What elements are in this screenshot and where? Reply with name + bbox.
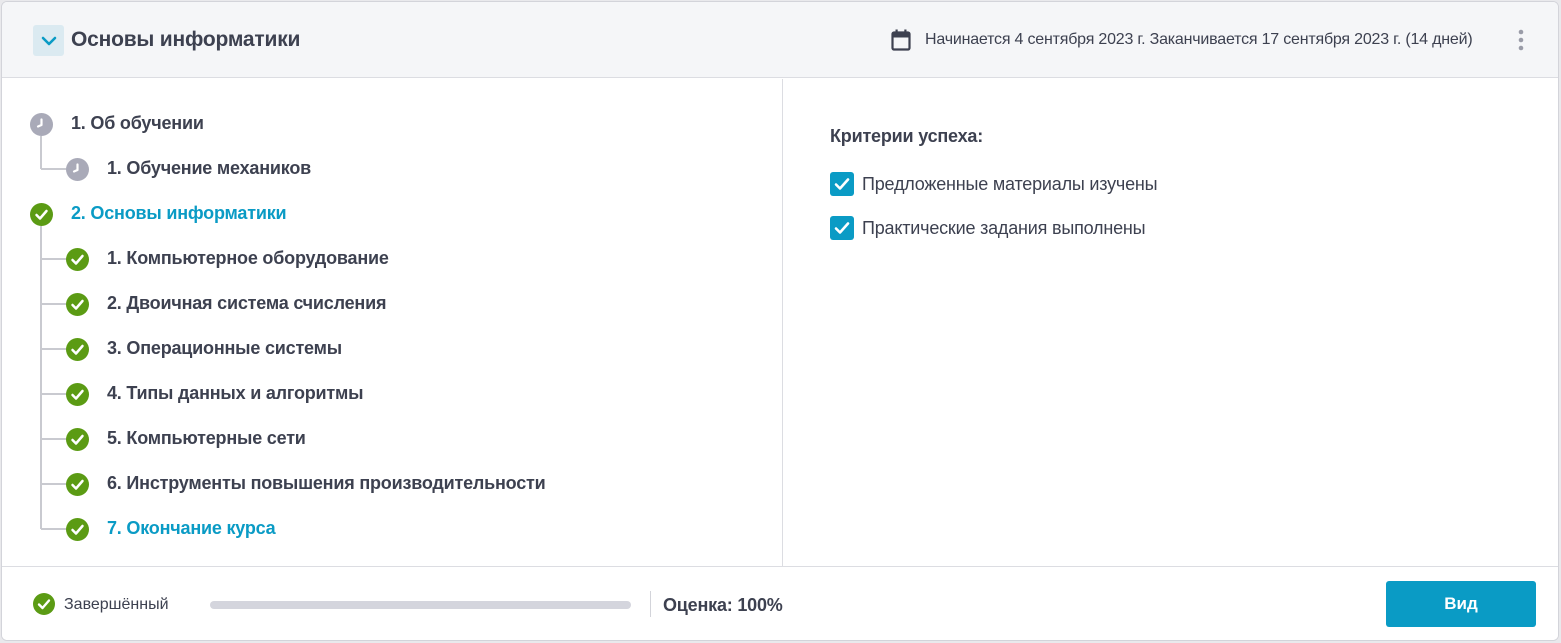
tree-branch-line (41, 438, 66, 440)
clock-icon (29, 112, 53, 136)
status-pending-badge (29, 112, 53, 136)
lesson-item[interactable]: 3. Операционные системы (107, 338, 342, 359)
progress-bar (210, 601, 631, 609)
status-done-badge (65, 472, 89, 496)
success-criteria-panel: Критерии успеха: Предложенные материалы … (784, 79, 1558, 566)
course-dates: Начинается 4 сентября 2023 г. Заканчивае… (925, 31, 1473, 48)
criterion-checkbox[interactable] (830, 172, 854, 196)
completion-status: Завершённый (64, 596, 169, 613)
view-button[interactable]: Вид (1386, 581, 1536, 627)
tree-branch-line (41, 393, 66, 395)
more-vertical-icon[interactable] (1513, 28, 1529, 54)
tree-branch-line (41, 483, 66, 485)
status-pending-badge (65, 157, 89, 181)
status-done-badge (65, 517, 89, 541)
course-footer: Завершённый Оценка: 100% Вид (2, 566, 1558, 640)
lesson-item[interactable]: 1. Компьютерное оборудование (107, 248, 389, 269)
course-header: Основы информатики Начинается 4 сентября… (2, 2, 1558, 78)
checkmark-icon (834, 178, 850, 190)
course-title: Основы информатики (71, 28, 301, 51)
completed-check-icon (65, 517, 89, 541)
completed-check-icon (33, 593, 55, 615)
tree-connector-line (40, 136, 42, 169)
criteria-title: Критерии успеха: (830, 126, 984, 146)
criterion-item: Практические задания выполнены (830, 216, 1146, 240)
completed-check-icon (65, 382, 89, 406)
lesson-item[interactable]: 2. Двоичная система счисления (107, 293, 386, 314)
collapse-button[interactable] (33, 25, 64, 56)
chevron-down-icon (41, 36, 56, 45)
status-done-badge (29, 202, 53, 226)
module-item[interactable]: 2. Основы информатики (71, 203, 287, 224)
completed-check-icon (65, 427, 89, 451)
completed-check-icon (65, 292, 89, 316)
criterion-label: Практические задания выполнены (862, 217, 1146, 238)
tree-branch-line (41, 258, 66, 260)
completed-check-icon (29, 202, 53, 226)
footer-divider (650, 591, 651, 617)
status-done-badge (65, 247, 89, 271)
tree-branch-line (41, 528, 66, 530)
lesson-item[interactable]: 7. Окончание курса (107, 518, 276, 539)
lesson-item[interactable]: 4. Типы данных и алгоритмы (107, 383, 364, 404)
tree-branch-line (41, 168, 66, 170)
clock-icon (65, 157, 89, 181)
course-card: Основы информатики Начинается 4 сентября… (1, 1, 1559, 641)
lesson-item[interactable]: 1. Обучение механиков (107, 158, 311, 179)
status-done-badge (65, 292, 89, 316)
criterion-item: Предложенные материалы изучены (830, 172, 1158, 196)
score-label: Оценка: 100% (663, 595, 783, 615)
checkmark-icon (834, 222, 850, 234)
progress-fill (210, 601, 631, 609)
status-done-badge (65, 382, 89, 406)
module-item[interactable]: 1. Об обучении (71, 113, 204, 134)
status-done-badge (65, 427, 89, 451)
course-structure-tree: 1. Об обучении 1. Обучение механиков 2. Ос… (2, 79, 783, 566)
completed-check-icon (65, 247, 89, 271)
criterion-checkbox[interactable] (830, 216, 854, 240)
tree-branch-line (41, 348, 66, 350)
completed-check-icon (65, 337, 89, 361)
calendar-icon (891, 29, 911, 51)
lesson-item[interactable]: 5. Компьютерные сети (107, 428, 306, 449)
status-done-badge (65, 337, 89, 361)
completed-check-icon (65, 472, 89, 496)
criterion-label: Предложенные материалы изучены (862, 173, 1158, 194)
lesson-item[interactable]: 6. Инструменты повышения производительно… (107, 473, 546, 494)
tree-branch-line (41, 303, 66, 305)
